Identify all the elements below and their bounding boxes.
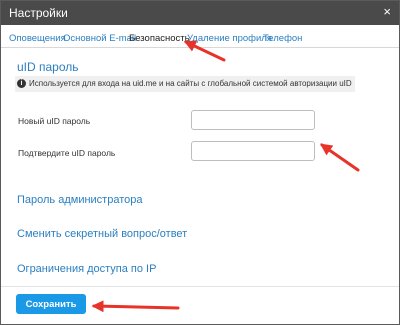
- tab-phone[interactable]: Телефон: [263, 33, 302, 44]
- tab-main-email[interactable]: Основной E-mail: [63, 33, 136, 44]
- tab-security[interactable]: Безопасность: [129, 33, 190, 44]
- confirm-password-input[interactable]: [191, 141, 315, 161]
- new-password-input[interactable]: [191, 110, 315, 130]
- dialog-footer: Сохранить: [1, 286, 399, 324]
- new-password-label: Новый uID пароль: [18, 116, 91, 126]
- title-bar: Настройки ×: [1, 1, 399, 25]
- secret-question-section[interactable]: Сменить секретный вопрос/ответ: [17, 228, 187, 240]
- close-icon[interactable]: ×: [383, 4, 391, 19]
- info-icon: i: [17, 79, 26, 88]
- tab-notifications[interactable]: Оповещения: [9, 33, 66, 44]
- ip-restrictions-section[interactable]: Ограничения доступа по IP: [17, 263, 156, 275]
- admin-password-section[interactable]: Пароль администратора: [17, 194, 143, 206]
- info-note: i Используется для входа на uid.me и на …: [15, 76, 355, 92]
- info-text: Используется для входа на uid.me и на са…: [29, 79, 352, 88]
- tab-bar: Оповещения Основной E-mail Безопасность …: [1, 25, 399, 48]
- dialog-title: Настройки: [9, 6, 68, 20]
- save-button[interactable]: Сохранить: [16, 294, 86, 314]
- tab-delete-profile[interactable]: Удаление профиля: [187, 33, 272, 44]
- settings-dialog: Настройки × Оповещения Основной E-mail Б…: [0, 0, 400, 325]
- uid-section-title: uID пароль: [17, 60, 79, 74]
- confirm-password-label: Подтвердите uID пароль: [18, 148, 116, 158]
